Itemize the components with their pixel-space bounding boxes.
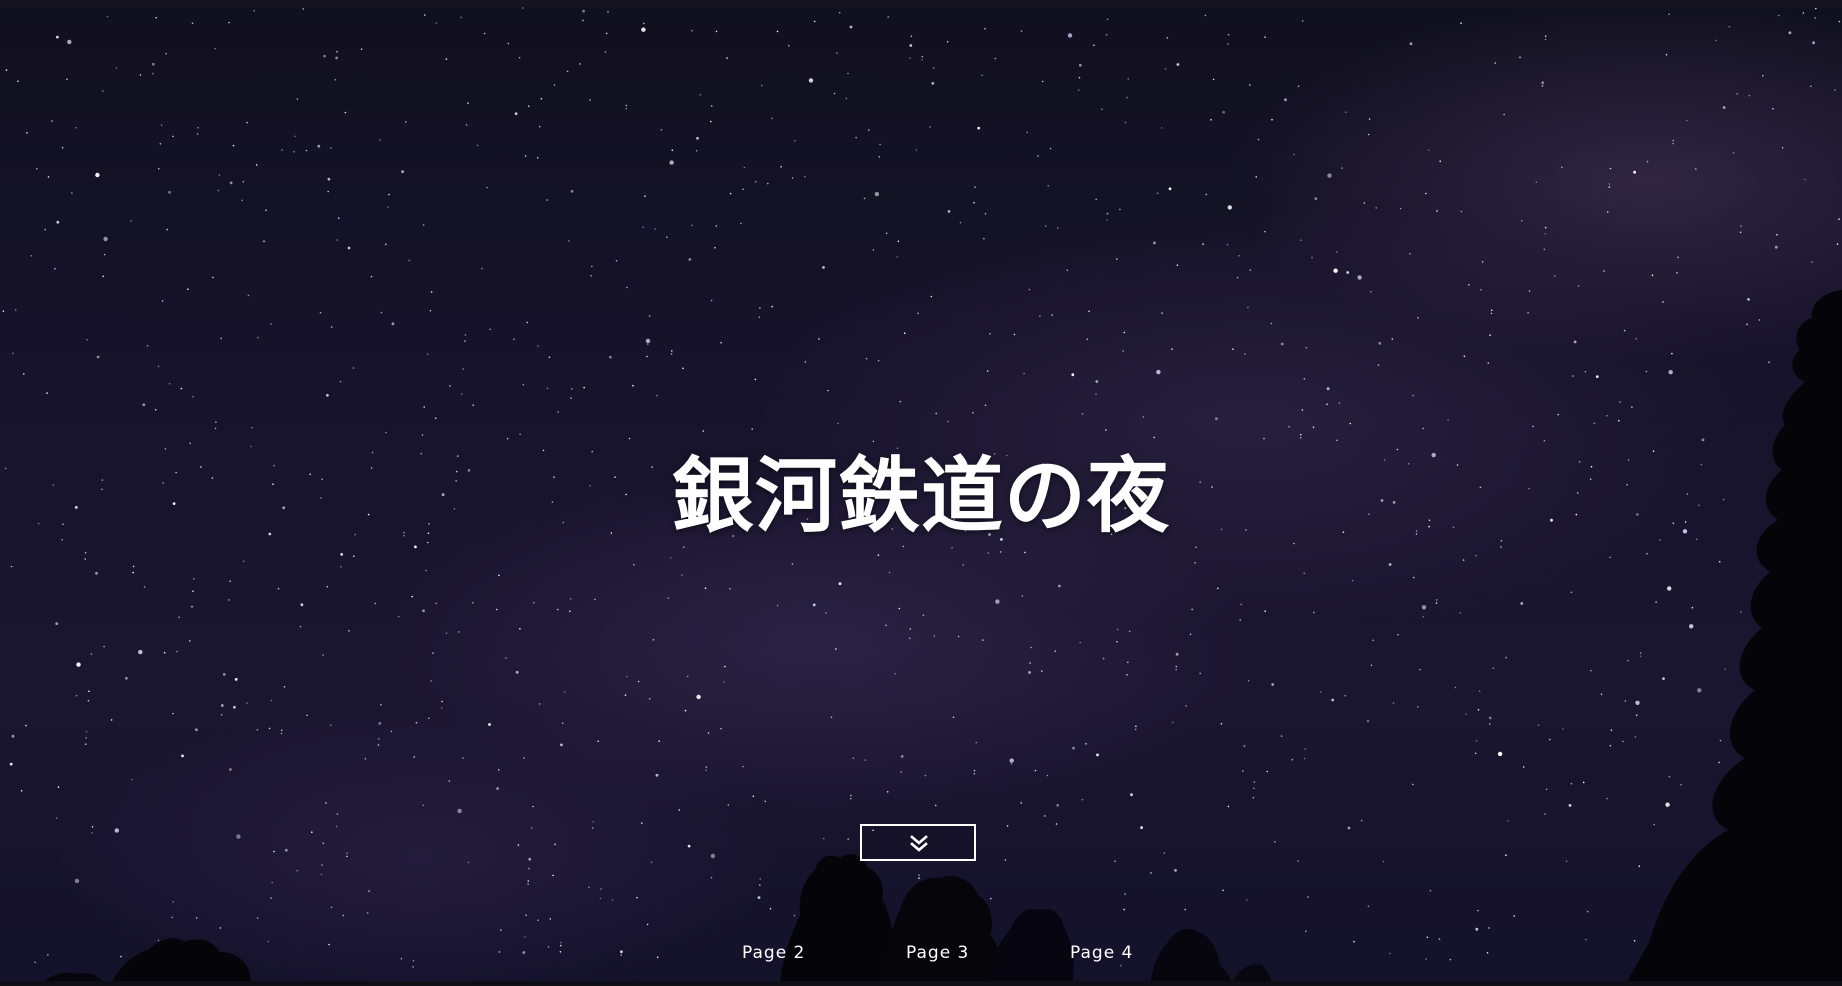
double-chevron-down-icon [910, 835, 928, 852]
nav-link-page-4[interactable]: Page 4 [1070, 943, 1133, 963]
nav-link-page-3[interactable]: Page 3 [906, 943, 969, 963]
tree-right [1625, 290, 1842, 986]
hero-background: 銀河鉄道の夜 Page 2 Page 3 Page 4 [0, 0, 1842, 986]
scroll-down-button[interactable] [860, 824, 976, 861]
bottom-edge [0, 981, 1842, 986]
nav-link-page-2[interactable]: Page 2 [742, 943, 805, 963]
tree-center-middle [880, 875, 1001, 986]
page-title: 銀河鉄道の夜 [671, 448, 1170, 544]
page-nav: Page 2 Page 3 Page 4 [0, 943, 1842, 969]
